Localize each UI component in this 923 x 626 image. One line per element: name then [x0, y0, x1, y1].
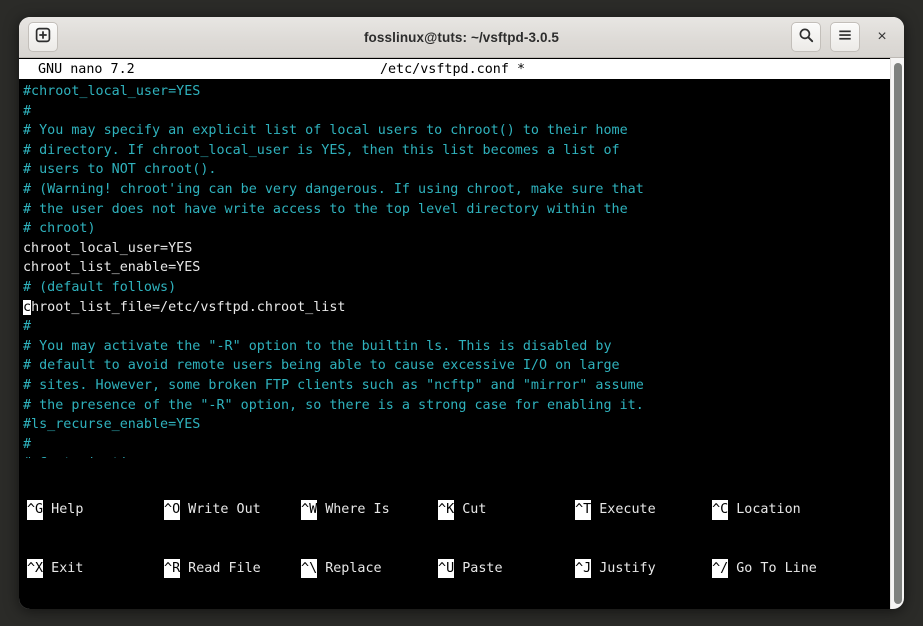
editor-line-text: # the presence of the "-R" option, so th… — [23, 397, 644, 413]
new-tab-plus-icon — [35, 27, 51, 48]
editor-line: chroot_local_user=YES — [23, 239, 904, 259]
close-icon: × — [877, 28, 887, 45]
search-icon — [798, 27, 814, 48]
search-button[interactable] — [791, 22, 821, 52]
editor-line-text: # chroot) — [23, 221, 96, 237]
editor-line: # — [23, 102, 904, 122]
nano-shortcut-bar: ^G Help ^O Write Out ^W Where Is ^K Cut ^T Execut… — [19, 458, 904, 609]
editor-line: # chroot) — [23, 219, 904, 239]
shortcut-label: Cut — [462, 502, 487, 518]
terminal-content[interactable]: GNU nano 7.2 /etc/vsftpd.conf * #chroot_… — [19, 58, 904, 609]
nano-editor-area[interactable]: #chroot_local_user=YES## You may specify… — [19, 79, 904, 458]
shortcut-label: Justify — [599, 560, 656, 576]
shortcut-label: Execute — [599, 502, 656, 518]
editor-line: #ls_recurse_enable=YES — [23, 415, 904, 435]
editor-line-text: # directory. If chroot_local_user is YES… — [23, 142, 620, 158]
shortcut-go-to-line[interactable]: ^/ Go To Line — [712, 558, 817, 579]
shortcut-read-file[interactable]: ^R Read File — [164, 558, 261, 579]
editor-line-text: # default to avoid remote users being ab… — [23, 358, 620, 374]
shortcut-label: Where Is — [325, 502, 390, 518]
shortcut-label: Location — [736, 502, 801, 518]
editor-line: # default to avoid remote users being ab… — [23, 356, 904, 376]
nano-header: GNU nano 7.2 /etc/vsftpd.conf * — [19, 59, 904, 79]
shortcut-key: ^C — [712, 500, 728, 520]
editor-line: # (default follows) — [23, 278, 904, 298]
menu-button[interactable] — [830, 22, 860, 52]
editor-line-text: # You may activate the "-R" option to th… — [23, 338, 612, 354]
editor-line-text: chroot_local_user=YES — [23, 240, 193, 256]
shortcut-paste[interactable]: ^U Paste — [438, 558, 503, 579]
shortcut-cut[interactable]: ^K Cut — [438, 500, 486, 520]
editor-line: chroot_list_enable=YES — [23, 258, 904, 278]
editor-line: # You may activate the "-R" option to th… — [23, 337, 904, 357]
shortcut-label: Read File — [188, 560, 261, 576]
shortcut-exit[interactable]: ^X Exit — [27, 558, 84, 579]
editor-line-text: # users to NOT chroot(). — [23, 162, 217, 178]
editor-line: # (Warning! chroot'ing can be very dange… — [23, 180, 904, 200]
shortcut-label: Paste — [462, 560, 503, 576]
editor-line-text: # the user does not have write access to… — [23, 201, 628, 217]
shortcut-key: ^T — [575, 500, 591, 520]
shortcut-key: ^\ — [301, 558, 317, 579]
editor-line: # the presence of the "-R" option, so th… — [23, 396, 904, 416]
shortcut-key: ^U — [438, 558, 454, 579]
editor-line: # — [23, 435, 904, 455]
shortcut-label: Write Out — [188, 502, 261, 518]
new-tab-button[interactable] — [28, 22, 58, 52]
shortcut-label: Replace — [325, 560, 382, 576]
editor-line: # — [23, 317, 904, 337]
editor-line: # You may specify an explicit list of lo… — [23, 121, 904, 141]
shortcut-key: ^O — [164, 500, 180, 520]
editor-line-text: # — [23, 319, 32, 335]
close-button[interactable]: × — [869, 24, 895, 50]
nano-filename-label: /etc/vsftpd.conf * — [379, 62, 526, 77]
shortcut-key: ^W — [301, 500, 317, 520]
editor-line-text: hroot_list_file=/etc/vsftpd.chroot_list — [31, 299, 346, 315]
terminal-scrollbar[interactable] — [890, 58, 904, 609]
editor-line-text: #ls_recurse_enable=YES — [23, 417, 201, 433]
shortcut-row-2: ^X Exit ^R Read File ^\ Replace ^U Paste ^J Justi… — [23, 558, 904, 579]
editor-line-text: # You may specify an explicit list of lo… — [23, 123, 628, 139]
terminal-window: fosslinux@tuts: ~/vsftpd-3.0.5 × GNU nan… — [19, 17, 904, 609]
editor-line: # users to NOT chroot(). — [23, 160, 904, 180]
shortcut-key: ^G — [27, 500, 43, 520]
scrollbar-thumb[interactable] — [894, 63, 902, 604]
editor-line: #chroot_local_user=YES — [23, 82, 904, 102]
shortcut-key: ^J — [575, 558, 591, 579]
shortcut-key: ^/ — [712, 558, 728, 579]
editor-line-text: # sites. However, some broken FTP client… — [23, 377, 644, 393]
editor-line-text: # (Warning! chroot'ing can be very dange… — [23, 181, 644, 197]
shortcut-label: Help — [51, 502, 84, 518]
shortcut-label: Go To Line — [736, 560, 817, 576]
shortcut-row-1: ^G Help ^O Write Out ^W Where Is ^K Cut ^T Execut… — [23, 500, 904, 520]
text-cursor: c — [23, 299, 32, 315]
editor-line: # directory. If chroot_local_user is YES… — [23, 141, 904, 161]
shortcut-key: ^K — [438, 500, 454, 520]
hamburger-menu-icon — [837, 27, 853, 48]
editor-line-text: chroot_list_enable=YES — [23, 260, 201, 276]
shortcut-key: ^X — [27, 558, 43, 579]
window-titlebar: fosslinux@tuts: ~/vsftpd-3.0.5 × — [19, 17, 904, 58]
shortcut-label: Exit — [51, 560, 84, 576]
editor-line: chroot_list_file=/etc/vsftpd.chroot_list — [23, 298, 904, 318]
editor-line-text: # — [23, 436, 32, 452]
editor-line: # sites. However, some broken FTP client… — [23, 376, 904, 396]
shortcut-where-is[interactable]: ^W Where Is — [301, 500, 390, 520]
shortcut-execute[interactable]: ^T Execute — [575, 500, 656, 520]
window-title: fosslinux@tuts: ~/vsftpd-3.0.5 — [363, 29, 560, 45]
editor-line-text: # (default follows) — [23, 279, 177, 295]
titlebar-controls: × — [791, 22, 895, 52]
shortcut-key: ^R — [164, 558, 180, 579]
shortcut-location[interactable]: ^C Location — [712, 500, 801, 520]
shortcut-justify[interactable]: ^J Justify — [575, 558, 656, 579]
shortcut-replace[interactable]: ^\ Replace — [301, 558, 382, 579]
shortcut-write-out[interactable]: ^O Write Out — [164, 500, 261, 520]
shortcut-help[interactable]: ^G Help — [27, 500, 83, 520]
editor-line: # the user does not have write access to… — [23, 200, 904, 220]
